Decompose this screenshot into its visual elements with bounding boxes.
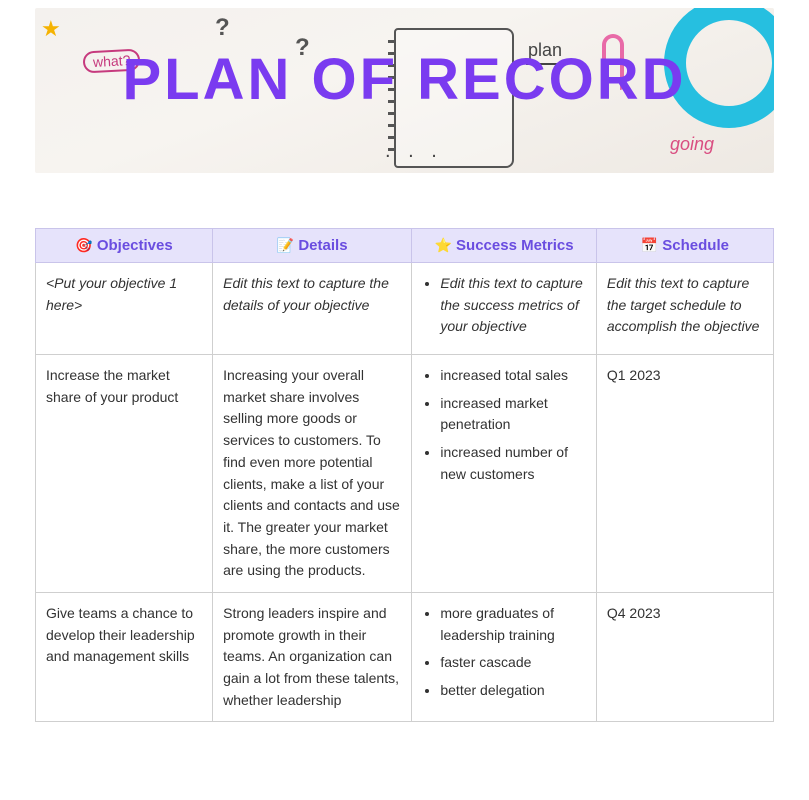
table-row: Increase the market share of your produc…: [36, 355, 774, 593]
header-objectives-label: Objectives: [97, 237, 173, 254]
header-metrics-label: Success Metrics: [456, 237, 574, 254]
cell-schedule[interactable]: Q1 2023: [596, 355, 773, 593]
metric-item: more graduates of leadership training: [440, 603, 586, 646]
cell-objective[interactable]: <Put your objective 1 here>: [36, 263, 213, 355]
memo-icon: 📝: [277, 237, 294, 253]
metric-item: increased total sales: [440, 365, 586, 387]
cell-schedule[interactable]: Edit this text to capture the target sch…: [596, 263, 773, 355]
banner-image: ★ ? ? what? plan going . . . PLAN OF REC…: [35, 8, 774, 173]
star-icon: ★: [41, 16, 61, 42]
header-objectives: 🎯 Objectives: [36, 229, 213, 263]
header-schedule-label: Schedule: [662, 237, 729, 254]
scribble-dots: . . .: [385, 140, 443, 163]
calendar-icon: 📅: [641, 237, 658, 253]
cell-details[interactable]: Increasing your overall market share inv…: [213, 355, 412, 593]
cell-metrics[interactable]: more graduates of leadership training fas…: [412, 592, 597, 721]
metric-item: increased market penetration: [440, 393, 586, 436]
question-mark-icon: ?: [215, 14, 230, 42]
cell-details[interactable]: Strong leaders inspire and promote growt…: [213, 592, 412, 721]
scribble-going: going: [670, 134, 714, 155]
header-details-label: Details: [298, 237, 347, 254]
page-title: PLAN OF RECORD: [35, 46, 774, 113]
metric-item: Edit this text to capture the success me…: [440, 273, 586, 338]
table-row: <Put your objective 1 here>Edit this tex…: [36, 263, 774, 355]
star-icon: ⭐: [435, 237, 452, 253]
header-details: 📝Details: [213, 229, 412, 263]
cell-objective[interactable]: Increase the market share of your produc…: [36, 355, 213, 593]
table-row: Give teams a chance to develop their lea…: [36, 592, 774, 721]
cell-metrics[interactable]: increased total sales increased market pe…: [412, 355, 597, 593]
metric-item: increased number of new customers: [440, 442, 586, 485]
metric-item: better delegation: [440, 680, 586, 702]
header-schedule: 📅Schedule: [596, 229, 773, 263]
cell-objective[interactable]: Give teams a chance to develop their lea…: [36, 592, 213, 721]
cell-details[interactable]: Edit this text to capture the details of…: [213, 263, 412, 355]
cell-metrics[interactable]: Edit this text to capture the success me…: [412, 263, 597, 355]
metric-item: faster cascade: [440, 652, 586, 674]
table-header-row: 🎯Objectives 📝Details ⭐Success Metrics 📅S…: [36, 229, 774, 263]
plan-table: 🎯Objectives 📝Details ⭐Success Metrics 📅S…: [35, 228, 774, 722]
target-icon: 🎯: [75, 237, 92, 253]
table-body: <Put your objective 1 here>Edit this tex…: [36, 263, 774, 722]
cell-schedule[interactable]: Q4 2023: [596, 592, 773, 721]
header-metrics: ⭐Success Metrics: [412, 229, 597, 263]
